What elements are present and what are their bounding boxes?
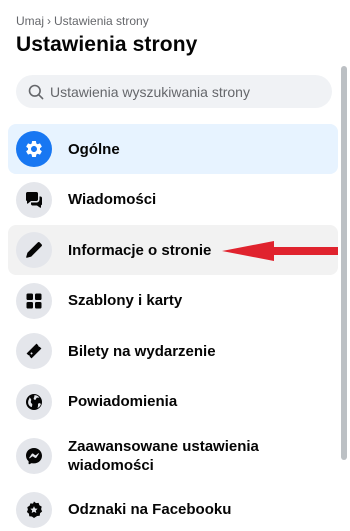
- menu-item-label: Ogólne: [68, 140, 120, 158]
- breadcrumb: Umaj › Ustawienia strony: [16, 14, 149, 28]
- menu-item-advanced-messaging[interactable]: Zaawansowane ustawienia wiadomości: [8, 427, 338, 484]
- breadcrumb-separator: ›: [47, 14, 52, 28]
- menu-item-label: Powiadomienia: [68, 393, 178, 410]
- menu-item-event-tickets[interactable]: Bilety na wydarzenie: [8, 326, 338, 376]
- pencil-icon: [16, 232, 52, 268]
- scrollbar[interactable]: [338, 0, 350, 531]
- menu-item-messages[interactable]: Wiadomości: [8, 175, 338, 225]
- globe-icon: [16, 383, 52, 420]
- settings-panel: Umaj › Ustawienia strony Ustawienia stro…: [0, 0, 338, 531]
- gear-icon: [16, 131, 52, 167]
- ticket-icon: [16, 333, 52, 369]
- page-title: Ustawienia strony: [16, 33, 198, 56]
- red-arrow-icon: [222, 241, 338, 261]
- menu-item-label: Zaawansowane ustawienia wiadomości: [68, 437, 259, 474]
- search-box[interactable]: [16, 75, 332, 108]
- menu-item-facebook-badges[interactable]: Odznaki na Facebooku: [8, 485, 338, 531]
- chat-bubbles-icon: [16, 181, 52, 218]
- search-input[interactable]: [50, 83, 320, 100]
- badge-star-icon: [16, 491, 52, 528]
- settings-menu: Ogólne Wiadomości Informacje o stronie S…: [8, 124, 338, 531]
- menu-item-label: Bilety na wydarzenie: [68, 342, 216, 360]
- messenger-icon: [16, 437, 52, 474]
- menu-item-notifications[interactable]: Powiadomienia: [8, 377, 338, 427]
- breadcrumb-link-current[interactable]: Ustawienia strony: [54, 14, 149, 28]
- menu-item-label: Wiadomości: [68, 191, 157, 208]
- menu-item-label: Szablony i karty: [68, 292, 183, 309]
- menu-item-label: Odznaki na Facebooku: [68, 501, 232, 518]
- menu-item-templates-tabs[interactable]: Szablony i karty: [8, 276, 338, 326]
- search-icon: [28, 84, 44, 99]
- breadcrumb-link-page[interactable]: Umaj: [16, 14, 44, 28]
- scrollbar-thumb[interactable]: [341, 66, 347, 460]
- menu-item-general[interactable]: Ogólne: [8, 124, 338, 174]
- grid-icon: [16, 282, 52, 319]
